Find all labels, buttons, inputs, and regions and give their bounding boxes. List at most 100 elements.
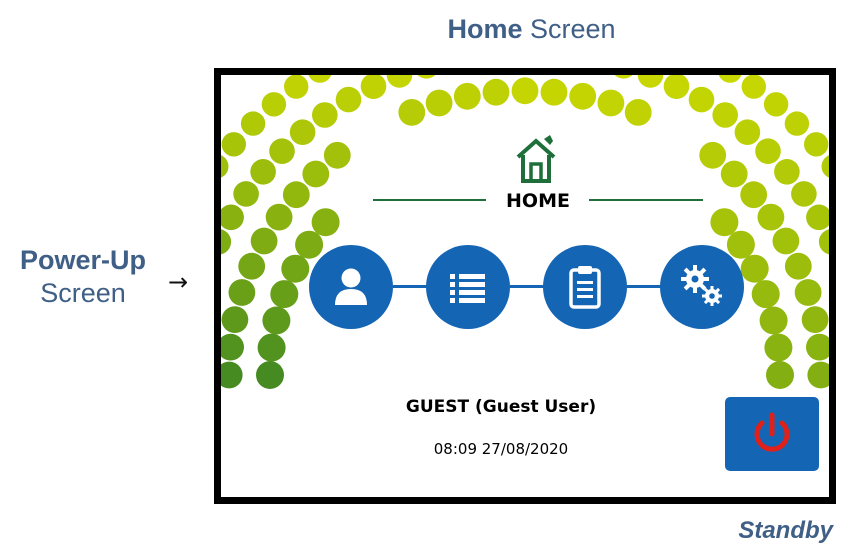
background-dot [238, 252, 266, 280]
background-dot [688, 86, 715, 113]
background-dot [818, 229, 829, 255]
power-up-rest: Screen [40, 278, 126, 308]
arrow-icon: → [168, 268, 189, 296]
menu-list-button[interactable] [426, 245, 510, 329]
background-dot [734, 119, 761, 145]
caption-bold: Home [447, 14, 523, 44]
background-dot [228, 279, 256, 306]
background-dot [614, 75, 633, 79]
gears-icon [681, 265, 722, 306]
user-profile-button[interactable] [309, 245, 393, 329]
background-dot [221, 132, 246, 157]
background-dot [221, 229, 232, 255]
background-dot [417, 75, 436, 79]
background-dot [308, 75, 332, 83]
background-dot [250, 159, 276, 185]
background-dot [261, 92, 287, 117]
background-dot [335, 86, 362, 113]
background-dot [323, 141, 351, 169]
background-dot [784, 252, 812, 280]
home-icon [516, 135, 556, 183]
home-header: HOME [373, 133, 703, 233]
background-dot [511, 77, 539, 105]
background-dot [233, 181, 259, 207]
background-dot [624, 99, 652, 126]
settings-button[interactable] [660, 245, 744, 329]
background-dot [755, 138, 781, 164]
background-dot [720, 160, 748, 188]
background-dot [386, 75, 413, 88]
background-dot [806, 204, 829, 231]
background-dot [250, 227, 278, 255]
background-dot [764, 333, 793, 362]
background-dot [806, 333, 829, 361]
background-dot [699, 141, 727, 169]
background-dot [281, 254, 310, 283]
background-dot [282, 181, 310, 209]
background-dot [265, 203, 293, 231]
power-up-bold: Power-Up [19, 245, 146, 275]
list-icon [450, 274, 485, 303]
background-dot [425, 89, 453, 117]
background-dot [240, 111, 266, 136]
background-dot [269, 138, 295, 164]
background-dot [540, 78, 568, 106]
background-dot [597, 89, 625, 117]
background-dot [794, 279, 822, 306]
background-dot [569, 82, 597, 110]
background-dot [482, 78, 510, 106]
background-dot [774, 159, 800, 185]
background-dot [663, 75, 690, 99]
background-dot [784, 111, 810, 136]
background-dot [257, 333, 286, 362]
background-dot [741, 75, 766, 99]
background-dot [821, 155, 829, 178]
background-dot [637, 75, 664, 88]
background-dot [804, 132, 829, 157]
background-dot [807, 361, 829, 389]
power-button[interactable] [725, 397, 819, 471]
background-dot [289, 119, 316, 145]
background-dot [772, 227, 800, 255]
background-dot [256, 361, 284, 389]
background-dot [710, 208, 739, 237]
background-dot [221, 155, 229, 178]
user-icon [335, 268, 367, 305]
date-time: 08:09 27/08/2020 [433, 440, 569, 458]
background-dot [270, 280, 299, 309]
background-dot [718, 75, 742, 83]
screen-caption: Home Screen [0, 14, 847, 45]
background-dot [763, 92, 789, 117]
clipboard-icon [569, 266, 601, 309]
background-dot [801, 306, 829, 333]
caption-rest: Screen [522, 14, 616, 44]
background-dot [757, 203, 785, 231]
device-screen: HOME GUEST (Guest User) 08:09 27/08/2020 [214, 68, 836, 504]
clipboard-button[interactable] [543, 245, 627, 329]
button-connector [510, 285, 546, 288]
background-dot [284, 75, 309, 99]
background-dot [453, 82, 481, 110]
standby-label: Standby [738, 517, 833, 544]
power-up-label: Power-Up Screen [8, 244, 158, 310]
background-dot [398, 99, 426, 126]
button-connector [626, 285, 662, 288]
home-title: HOME [506, 190, 570, 212]
power-icon [754, 412, 790, 452]
background-dot [302, 160, 330, 188]
background-dot [262, 306, 291, 335]
background-dot [221, 204, 244, 231]
background-dot [221, 306, 249, 333]
background-dot [360, 75, 387, 99]
current-user: GUEST (Guest User) [405, 397, 597, 417]
background-dot [766, 361, 794, 389]
background-dot [712, 102, 738, 128]
background-dot [221, 333, 244, 361]
button-connector [393, 285, 429, 288]
navigation-buttons [309, 245, 769, 329]
background-dot [311, 208, 340, 237]
background-dot [740, 181, 768, 209]
background-dot [221, 361, 243, 389]
background-dot [312, 102, 338, 128]
background-dot [791, 181, 817, 207]
